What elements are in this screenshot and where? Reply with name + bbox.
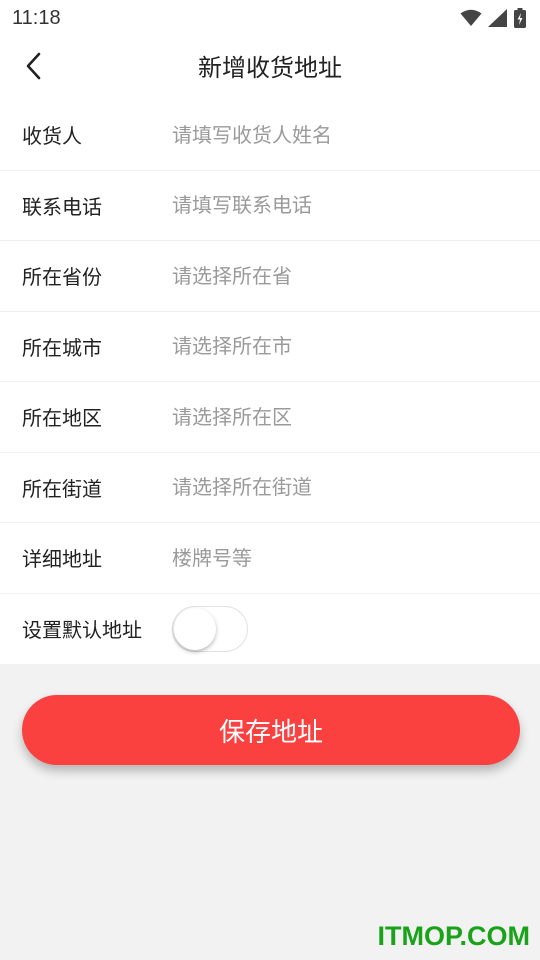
detail-address-input[interactable] [172,535,520,580]
battery-charging-icon [514,8,526,28]
signal-icon [488,9,508,27]
form-row-detail[interactable]: 详细地址 [0,523,540,594]
form-row-district[interactable]: 所在地区 [0,382,540,453]
city-label: 所在城市 [22,335,102,360]
nav-bar: 新增收货地址 [0,36,540,100]
recipient-name-input[interactable] [172,112,520,157]
form-row-street[interactable]: 所在街道 [0,453,540,523]
add-address-screen: 11:18 新增收货地址 收货人 请填写收货人姓名 联系电话 请填写联系电话 所… [0,0,540,960]
form-row-city[interactable]: 所在城市 [0,312,540,382]
status-time: 11:18 [12,6,61,29]
district-label: 所在地区 [22,406,102,431]
page-title: 新增收货地址 [198,54,342,82]
phone-input[interactable] [172,183,520,228]
form-row-recipient[interactable]: 收货人 [0,100,540,171]
watermark-logo: ITMOP.COM [377,921,530,951]
form-row-province[interactable]: 所在省份 [0,241,540,312]
phone-label: 联系电话 [22,194,102,219]
status-icons [460,8,526,28]
district-select[interactable] [172,394,520,439]
status-bar: 11:18 [0,0,540,36]
wifi-icon [460,9,482,27]
street-select[interactable] [172,465,520,510]
address-form: 收货人 联系电话 所在省份 所在城市 所在地区 所在街道 详细地址 设置默认地 [0,100,540,664]
default-address-label: 设置默认地址 [22,618,142,643]
toggle-knob [174,607,216,650]
province-select[interactable] [172,253,520,298]
save-address-button[interactable]: 保存地址 [22,695,520,765]
form-row-phone[interactable]: 联系电话 [0,171,540,241]
detail-address-label: 详细地址 [22,547,102,572]
form-row-default: 设置默认地址 [0,594,540,665]
default-address-toggle[interactable] [172,605,248,652]
street-label: 所在街道 [22,476,102,501]
recipient-label: 收货人 [22,124,82,149]
province-label: 所在省份 [22,265,102,290]
city-select[interactable] [172,324,520,369]
